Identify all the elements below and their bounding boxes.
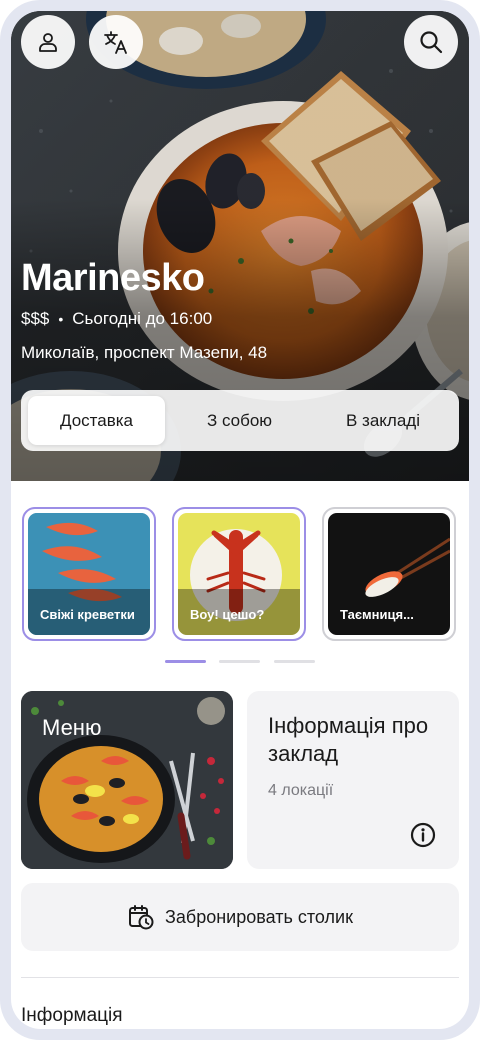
- pager-indicator: [274, 660, 315, 663]
- info-section-title: Інформація: [21, 1005, 123, 1026]
- restaurant-name: Marinesko: [21, 257, 205, 299]
- app-screen: Marinesko $$$ • Сьогодні до 16:00 Микола…: [11, 11, 469, 1029]
- story-item[interactable]: Таємниця...: [322, 507, 456, 641]
- story-label: Свіжі креветки: [40, 607, 135, 622]
- meta-separator: •: [58, 311, 64, 327]
- search-icon: [420, 31, 443, 54]
- info-icon[interactable]: [409, 821, 437, 849]
- calendar-clock-icon: [129, 905, 154, 930]
- book-table-label: Забронировать столик: [165, 906, 353, 927]
- tab-takeaway[interactable]: З собою: [171, 396, 308, 445]
- section-divider: [21, 977, 459, 978]
- device-frame: Marinesko $$$ • Сьогодні до 16:00 Микола…: [0, 0, 480, 1040]
- pager-indicator-active: [165, 660, 206, 663]
- book-table-button[interactable]: Забронировать столик: [21, 883, 459, 951]
- info-card-title: Інформація про заклад: [268, 713, 429, 766]
- story-item[interactable]: Воу! цешо?: [172, 507, 306, 641]
- info-card[interactable]: Інформація про заклад 4 локації: [247, 691, 459, 869]
- story-label: Таємниця...: [340, 607, 414, 622]
- menu-card[interactable]: Меню: [21, 691, 233, 869]
- tab-delivery[interactable]: Доставка: [28, 396, 165, 445]
- pager-indicator: [219, 660, 260, 663]
- story-label: Воу! цешо?: [190, 607, 265, 622]
- user-icon: [39, 33, 57, 52]
- restaurant-address: Миколаїв, проспект Мазепи, 48: [21, 343, 268, 362]
- restaurant-meta: $$$ • Сьогодні до 16:00: [21, 309, 212, 329]
- info-card-locations: 4 локації: [268, 782, 334, 799]
- story-thumbnail: Таємниця...: [328, 513, 450, 635]
- profile-button[interactable]: [21, 15, 75, 69]
- story-thumbnail: Свіжі креветки: [28, 513, 150, 635]
- price-level: $$$: [21, 309, 50, 328]
- stories-carousel: Свіжі креветки Воу! цешо? Таємниця...: [11, 481, 469, 681]
- story-item[interactable]: Свіжі креветки: [22, 507, 156, 641]
- tab-dine-in[interactable]: В закладі: [314, 396, 452, 445]
- translate-button[interactable]: [89, 15, 143, 69]
- translate-icon: [104, 31, 127, 54]
- story-thumbnail: Воу! цешо?: [178, 513, 300, 635]
- search-button[interactable]: [404, 15, 458, 69]
- order-mode-switcher: Доставка З собою В закладі: [21, 390, 459, 451]
- opening-hours: Сьогодні до 16:00: [72, 309, 213, 328]
- menu-card-label: Меню: [42, 715, 102, 740]
- hero-section: Marinesko $$$ • Сьогодні до 16:00 Микола…: [11, 11, 469, 481]
